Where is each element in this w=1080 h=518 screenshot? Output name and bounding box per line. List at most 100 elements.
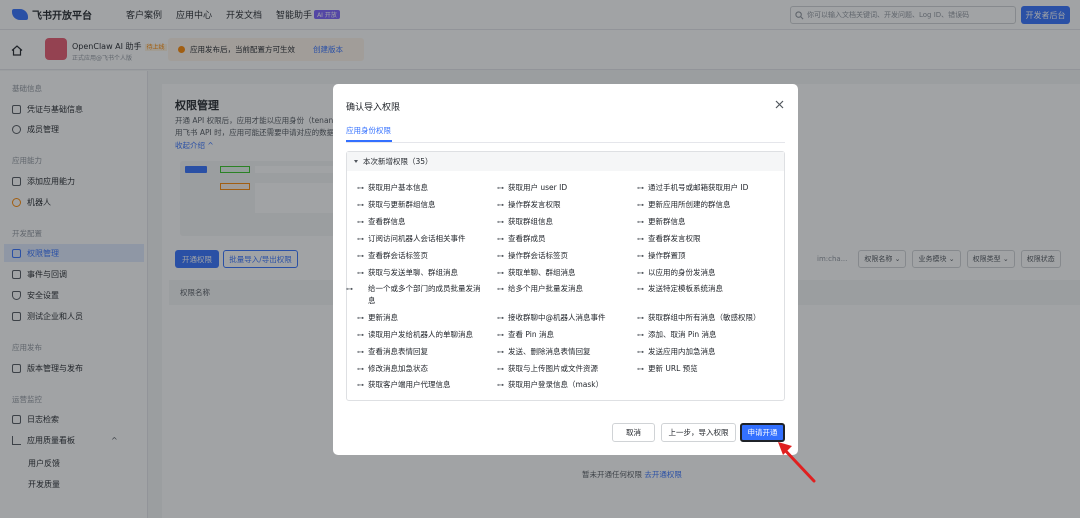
permission-list: 本次新增权限（35） ⊶ 获取用户基本信息 ⊶ 获取与更新群组信息 ⊶ 查看群信息 ⊶ 订阅访… [346, 151, 785, 401]
permission-item: ⊶ 更新应用所创建的群信息 [637, 199, 731, 211]
cancel-button[interactable]: 取消 [612, 423, 655, 442]
key-icon: ⊶ [497, 252, 504, 260]
caret-down-icon [354, 160, 358, 163]
permission-item: ⊶ 读取用户发给机器人的单聊消息 [357, 329, 473, 341]
permission-name: 获取群组中所有消息（敏感权限） [648, 313, 761, 322]
dialog-title: 确认导入权限 [346, 103, 401, 113]
key-icon: ⊶ [357, 218, 364, 226]
key-icon: ⊶ [497, 285, 504, 293]
permission-item: ⊶ 发送特定模板系统消息 [637, 283, 723, 295]
key-icon: ⊶ [357, 252, 364, 260]
key-icon: ⊶ [346, 285, 353, 293]
key-icon: ⊶ [357, 235, 364, 243]
permission-name: 获取与发送单聊、群组消息 [368, 268, 458, 277]
permission-item: ⊶ 获取群组中所有消息（敏感权限） [637, 312, 761, 324]
permission-item: ⊶ 修改消息加急状态 [357, 363, 428, 375]
permission-name: 读取用户发给机器人的单聊消息 [368, 330, 473, 339]
key-icon: ⊶ [497, 184, 504, 192]
permission-name: 查看消息表情回复 [368, 347, 428, 356]
permission-item: ⊶ 查看群成员 [497, 233, 546, 245]
key-icon: ⊶ [497, 218, 504, 226]
key-icon: ⊶ [637, 235, 644, 243]
permission-name: 发送、删除消息表情回复 [508, 347, 591, 356]
key-icon: ⊶ [497, 269, 504, 277]
permission-name: 接收群聊中@机器人消息事件 [508, 313, 606, 322]
permission-name: 操作群置顶 [648, 251, 686, 260]
key-icon: ⊶ [497, 348, 504, 356]
permission-item: ⊶ 接收群聊中@机器人消息事件 [497, 312, 606, 324]
permission-name: 订阅访问机器人会话相关事件 [368, 234, 466, 243]
permission-name: 通过手机号或邮箱获取用户 ID [648, 183, 749, 192]
permission-item: ⊶ 通过手机号或邮箱获取用户 ID [637, 182, 748, 194]
key-icon: ⊶ [497, 314, 504, 322]
permission-item: ⊶ 以应用的身份发消息 [637, 267, 716, 279]
key-icon: ⊶ [637, 365, 644, 373]
key-icon: ⊶ [637, 252, 644, 260]
permission-name: 操作群发言权限 [508, 200, 561, 209]
permission-name: 给多个用户批量发消息 [508, 284, 583, 293]
permission-item: ⊶ 查看消息表情回复 [357, 346, 428, 358]
permission-name: 获取单聊、群组消息 [508, 268, 576, 277]
permission-name: 获取客户端用户代理信息 [368, 380, 451, 389]
key-icon: ⊶ [637, 348, 644, 356]
key-icon: ⊶ [637, 184, 644, 192]
tab-divider [346, 142, 785, 143]
permission-name: 更新应用所创建的群信息 [648, 200, 731, 209]
permission-name: 获取群组信息 [508, 217, 553, 226]
permission-item: ⊶ 给多个用户批量发消息 [497, 283, 583, 295]
permission-name: 添加、取消 Pin 消息 [648, 330, 717, 339]
permission-name: 操作群会话标签页 [508, 251, 568, 260]
key-icon: ⊶ [497, 331, 504, 339]
key-icon: ⊶ [357, 331, 364, 339]
permission-item: ⊶ 查看群会话标签页 [357, 250, 428, 262]
permission-item: ⊶ 获取与更新群组信息 [357, 199, 436, 211]
permission-item: ⊶ 操作群会话标签页 [497, 250, 568, 262]
permission-name: 查看群发言权限 [648, 234, 701, 243]
permission-group-title: 本次新增权限（35） [363, 157, 433, 166]
key-icon: ⊶ [497, 365, 504, 373]
key-icon: ⊶ [637, 201, 644, 209]
permission-item: ⊶ 查看群信息 [357, 216, 406, 228]
permission-item: ⊶ 更新消息 [357, 312, 398, 324]
confirm-import-dialog: 确认导入权限 应用身份权限 本次新增权限（35） ⊶ 获取用户基本信息 ⊶ 获取与更新… [333, 84, 798, 455]
permission-name: 获取与更新群组信息 [368, 200, 436, 209]
permission-item: ⊶ 获取用户基本信息 [357, 182, 428, 194]
permission-item: ⊶ 获取与发送单聊、群组消息 [357, 267, 458, 279]
permission-name: 修改消息加急状态 [368, 364, 428, 373]
permission-name: 更新 URL 预览 [648, 364, 698, 373]
permission-item: ⊶ 获取与上传图片或文件资源 [497, 363, 598, 375]
permission-item: ⊶ 查看群发言权限 [637, 233, 701, 245]
close-icon[interactable] [772, 97, 786, 111]
permission-name: 查看群信息 [368, 217, 406, 226]
permission-name: 获取与上传图片或文件资源 [508, 364, 598, 373]
permission-name: 以应用的身份发消息 [648, 268, 716, 277]
permission-item: ⊶ 操作群发言权限 [497, 199, 561, 211]
key-icon: ⊶ [497, 381, 504, 389]
permission-item: ⊶ 给一个或多个部门的成员批量发消息 [346, 283, 487, 306]
permission-item: ⊶ 操作群置顶 [637, 250, 686, 262]
key-icon: ⊶ [357, 269, 364, 277]
tab-app-identity[interactable]: 应用身份权限 [346, 125, 391, 136]
permission-item: ⊶ 发送应用内加急消息 [637, 346, 716, 358]
permission-name: 查看群会话标签页 [368, 251, 428, 260]
red-arrow-annotation [778, 442, 816, 483]
permission-item: ⊶ 添加、取消 Pin 消息 [637, 329, 716, 341]
permission-name: 更新消息 [368, 313, 398, 322]
key-icon: ⊶ [357, 348, 364, 356]
permission-item: ⊶ 更新 URL 预览 [637, 363, 698, 375]
permission-name: 更新群信息 [648, 217, 686, 226]
permission-name: 给一个或多个部门的成员批量发消息 [368, 284, 481, 305]
prev-step-button[interactable]: 上一步，导入权限 [661, 423, 736, 442]
permission-name: 获取用户登录信息（mask） [508, 380, 604, 389]
permission-name: 获取用户基本信息 [368, 183, 428, 192]
permission-name: 发送应用内加急消息 [648, 347, 716, 356]
key-icon: ⊶ [637, 269, 644, 277]
key-icon: ⊶ [357, 381, 364, 389]
key-icon: ⊶ [357, 184, 364, 192]
permission-item: ⊶ 更新群信息 [637, 216, 686, 228]
permission-item: ⊶ 获取客户端用户代理信息 [357, 379, 451, 391]
permission-item: ⊶ 获取单聊、群组消息 [497, 267, 576, 279]
permission-group-header[interactable]: 本次新增权限（35） [347, 152, 784, 171]
permission-item: ⊶ 发送、删除消息表情回复 [497, 346, 591, 358]
permission-name: 发送特定模板系统消息 [648, 284, 723, 293]
